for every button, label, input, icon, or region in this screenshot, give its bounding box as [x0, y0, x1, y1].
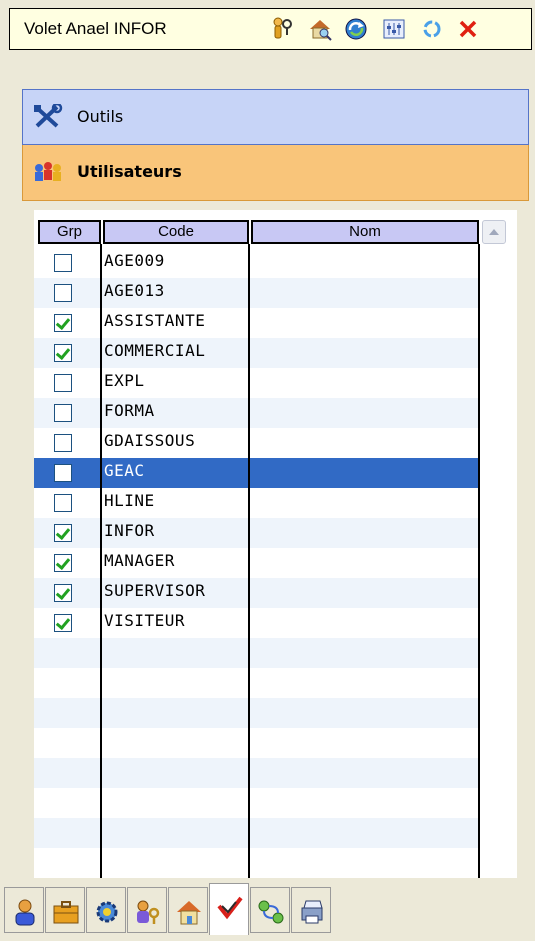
grp-checkbox[interactable]: [54, 284, 72, 302]
code-cell: COMMERCIAL: [104, 341, 206, 360]
tab-briefcase[interactable]: [45, 887, 85, 933]
grp-checkbox[interactable]: [54, 254, 72, 272]
code-cell: MANAGER: [104, 551, 175, 570]
column-header-nom[interactable]: Nom: [251, 220, 479, 244]
tab-gear[interactable]: [86, 887, 126, 933]
grp-checkbox[interactable]: [54, 434, 72, 452]
code-cell: ASSISTANTE: [104, 311, 206, 330]
tab-house[interactable]: [168, 887, 208, 933]
bottom-tab-bar: [0, 883, 535, 941]
settings-panel-icon[interactable]: [382, 17, 406, 41]
scroll-up-button[interactable]: [482, 220, 506, 244]
code-cell: SUPERVISOR: [104, 581, 206, 600]
column-header-grp[interactable]: Grp: [38, 220, 101, 244]
grp-checkbox[interactable]: [54, 404, 72, 422]
tab-network[interactable]: [250, 887, 290, 933]
code-cell: HLINE: [104, 491, 155, 510]
code-cell: GDAISSOUS: [104, 431, 196, 450]
sync-icon[interactable]: [420, 17, 444, 41]
user-key-icon[interactable]: [270, 17, 294, 41]
house-search-icon[interactable]: [308, 17, 332, 41]
window-title: Volet Anael INFOR: [24, 19, 167, 38]
outils-section[interactable]: Outils: [22, 89, 529, 145]
close-icon[interactable]: [456, 17, 480, 41]
users-icon: [33, 159, 63, 185]
utilisateurs-section[interactable]: Utilisateurs: [22, 145, 529, 201]
tab-user[interactable]: [4, 887, 44, 933]
window-title-bar: Volet Anael INFOR: [9, 8, 532, 50]
tab-user-key[interactable]: [127, 887, 167, 933]
grp-checkbox[interactable]: [54, 464, 72, 482]
grp-checkbox[interactable]: [54, 314, 72, 332]
outils-label: Outils: [77, 107, 124, 126]
users-grid: AGE009 AGE013 ASSISTANTE COMMERCIAL EXPL FORM…: [34, 210, 517, 878]
code-cell: EXPL: [104, 371, 145, 390]
grp-checkbox[interactable]: [54, 374, 72, 392]
grp-checkbox[interactable]: [54, 494, 72, 512]
code-cell: AGE009: [104, 251, 165, 270]
grid-divider: [478, 244, 480, 878]
code-cell: FORMA: [104, 401, 155, 420]
tab-check-flag[interactable]: [209, 883, 249, 935]
refresh-globe-icon[interactable]: [344, 17, 368, 41]
utilisateurs-label: Utilisateurs: [77, 162, 182, 181]
tools-icon: [33, 102, 63, 130]
grp-checkbox[interactable]: [54, 584, 72, 602]
grp-checkbox[interactable]: [54, 344, 72, 362]
code-cell: VISITEUR: [104, 611, 186, 630]
grp-checkbox[interactable]: [54, 524, 72, 542]
grp-checkbox[interactable]: [54, 554, 72, 572]
code-cell: GEAC: [104, 461, 145, 480]
column-header-code[interactable]: Code: [103, 220, 249, 244]
code-cell: AGE013: [104, 281, 165, 300]
grid-divider: [248, 244, 250, 878]
grid-divider: [100, 244, 102, 878]
code-cell: INFOR: [104, 521, 155, 540]
tab-print[interactable]: [291, 887, 331, 933]
grp-checkbox[interactable]: [54, 614, 72, 632]
